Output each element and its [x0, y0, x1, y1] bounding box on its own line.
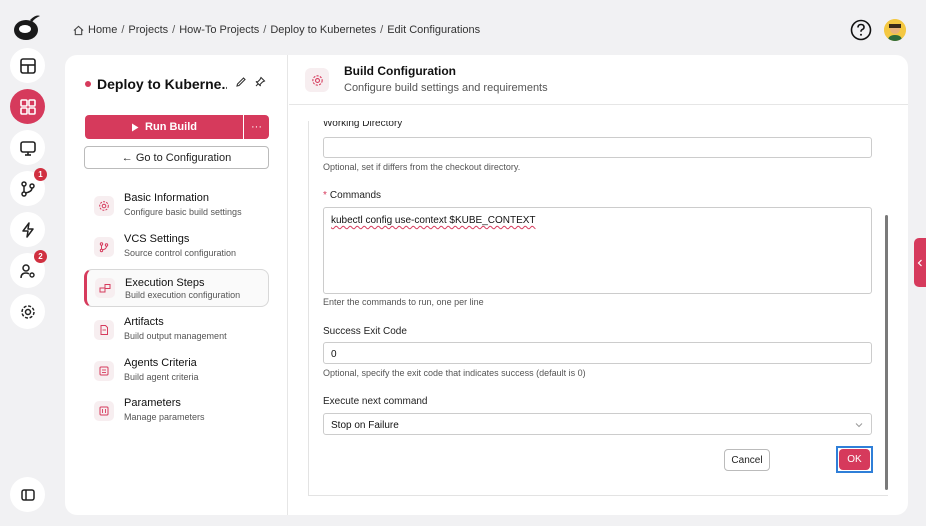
side-panel-toggle[interactable] — [914, 238, 926, 287]
required-asterisk: * — [323, 190, 327, 201]
working-directory-label: Working Directory — [323, 121, 403, 129]
parameters-icon — [99, 406, 109, 416]
nav-item-title: Agents Criteria — [124, 357, 197, 369]
breadcrumb-projects[interactable]: Projects — [128, 24, 168, 36]
chevron-down-icon — [855, 423, 863, 428]
main-card: Deploy to Kuberne... Run Build ··· ← Go … — [65, 55, 908, 515]
user-settings-icon — [19, 263, 35, 278]
commands-text: kubectl config use-context $KUBE_CONTEXT — [331, 215, 536, 226]
page-subtitle: Configure build settings and requirement… — [344, 82, 548, 94]
file-icon — [100, 325, 108, 335]
pencil-icon[interactable] — [235, 76, 247, 88]
home-icon — [73, 25, 84, 35]
avatar[interactable] — [884, 19, 906, 41]
gear-icon — [99, 201, 109, 211]
project-title: Deploy to Kuberne... — [97, 76, 227, 92]
go-to-configuration-button[interactable]: ← Go to Configuration — [84, 146, 269, 169]
page-title: Build Configuration — [344, 64, 456, 78]
chevron-left-icon — [917, 259, 922, 266]
gear-icon — [20, 304, 35, 319]
rail-collapse-button[interactable] — [10, 477, 45, 512]
cancel-button[interactable]: Cancel — [724, 449, 770, 471]
rail-settings-button[interactable] — [10, 294, 45, 329]
ok-button[interactable]: OK — [839, 449, 870, 470]
breadcrumb-howto[interactable]: How-To Projects — [179, 24, 259, 36]
lightning-icon — [21, 221, 34, 238]
nav-item-vcs-settings[interactable]: VCS Settings Source control configuratio… — [84, 228, 269, 266]
git-branch-icon — [99, 242, 109, 253]
notification-badge: 1 — [34, 168, 47, 181]
working-directory-hint: Optional, set if differs from the checko… — [323, 162, 521, 172]
exit-code-label: Success Exit Code — [323, 326, 407, 337]
nav-item-title: Execution Steps — [125, 277, 205, 289]
nav-item-subtitle: Build output management — [124, 331, 227, 341]
help-icon[interactable] — [850, 19, 872, 41]
breadcrumb-home[interactable]: Home — [88, 24, 117, 36]
rail-lightning-button[interactable] — [10, 212, 45, 247]
commands-textarea[interactable]: kubectl config use-context $KUBE_CONTEXT — [323, 207, 872, 294]
nav-item-agents-criteria[interactable]: Agents Criteria Build agent criteria — [84, 352, 269, 390]
ok-button-focus-ring: OK — [836, 446, 873, 473]
rail-layout-button[interactable] — [10, 48, 45, 83]
next-command-value: Stop on Failure — [331, 420, 399, 431]
nav-item-subtitle: Configure basic build settings — [124, 207, 242, 217]
next-command-label: Execute next command — [323, 396, 428, 407]
config-sidebar: Deploy to Kuberne... Run Build ··· ← Go … — [65, 55, 288, 515]
app-logo-icon[interactable] — [12, 12, 42, 42]
layout-icon — [19, 57, 36, 74]
rail-monitor-button[interactable] — [10, 130, 45, 165]
commands-hint: Enter the commands to run, one per line — [323, 297, 484, 307]
content-header: Build Configuration Configure build sett… — [289, 55, 908, 105]
nav-item-title: Artifacts — [124, 316, 164, 328]
rail-vcs-button[interactable]: 1 — [10, 168, 47, 206]
panel-toggle-icon — [20, 488, 35, 501]
exit-code-hint: Optional, specify the exit code that ind… — [323, 368, 586, 378]
breadcrumb-project[interactable]: Deploy to Kubernetes — [270, 24, 376, 36]
status-dot — [85, 81, 91, 87]
nav-item-parameters[interactable]: Parameters Manage parameters — [84, 392, 269, 430]
run-build-button[interactable]: Run Build — [85, 115, 243, 139]
monitor-icon — [19, 140, 36, 156]
nav-item-subtitle: Source control configuration — [124, 248, 237, 258]
breadcrumb: Home / Projects / How-To Projects / Depl… — [73, 24, 480, 36]
steps-icon — [99, 284, 111, 293]
build-config-icon-wrap — [305, 68, 329, 92]
nav-item-title: Parameters — [124, 397, 181, 409]
grid-icon — [19, 98, 36, 115]
working-directory-input[interactable] — [323, 137, 872, 158]
gear-icon — [311, 74, 323, 86]
breadcrumb-current: Edit Configurations — [387, 24, 481, 36]
play-icon — [132, 123, 139, 131]
run-options-button[interactable]: ··· — [244, 115, 269, 139]
nav-item-subtitle: Build agent criteria — [124, 372, 199, 382]
git-branch-icon — [20, 180, 35, 197]
commands-label: Commands — [329, 190, 382, 201]
next-command-select[interactable]: Stop on Failure — [323, 413, 872, 435]
form-scrollbar[interactable] — [885, 215, 888, 490]
exit-code-input[interactable]: 0 — [323, 342, 872, 364]
left-rail: 1 2 — [0, 0, 56, 526]
nav-item-subtitle: Manage parameters — [124, 412, 205, 422]
nav-item-subtitle: Build execution configuration — [125, 290, 241, 300]
rail-user-settings-button[interactable]: 2 — [10, 250, 47, 288]
nav-item-execution-steps[interactable]: Execution Steps Build execution configur… — [84, 269, 269, 307]
nav-item-basic-information[interactable]: Basic Information Configure basic build … — [84, 187, 269, 225]
run-build-label: Run Build — [145, 121, 197, 133]
notification-badge: 2 — [34, 250, 47, 263]
rail-dashboard-button[interactable] — [10, 89, 45, 124]
agent-icon — [99, 366, 109, 376]
pin-icon[interactable] — [254, 76, 266, 88]
step-form: Working Directory Optional, set if diffe… — [308, 121, 888, 496]
nav-item-title: VCS Settings — [124, 233, 190, 245]
nav-item-artifacts[interactable]: Artifacts Build output management — [84, 311, 269, 349]
nav-item-title: Basic Information — [124, 192, 209, 204]
